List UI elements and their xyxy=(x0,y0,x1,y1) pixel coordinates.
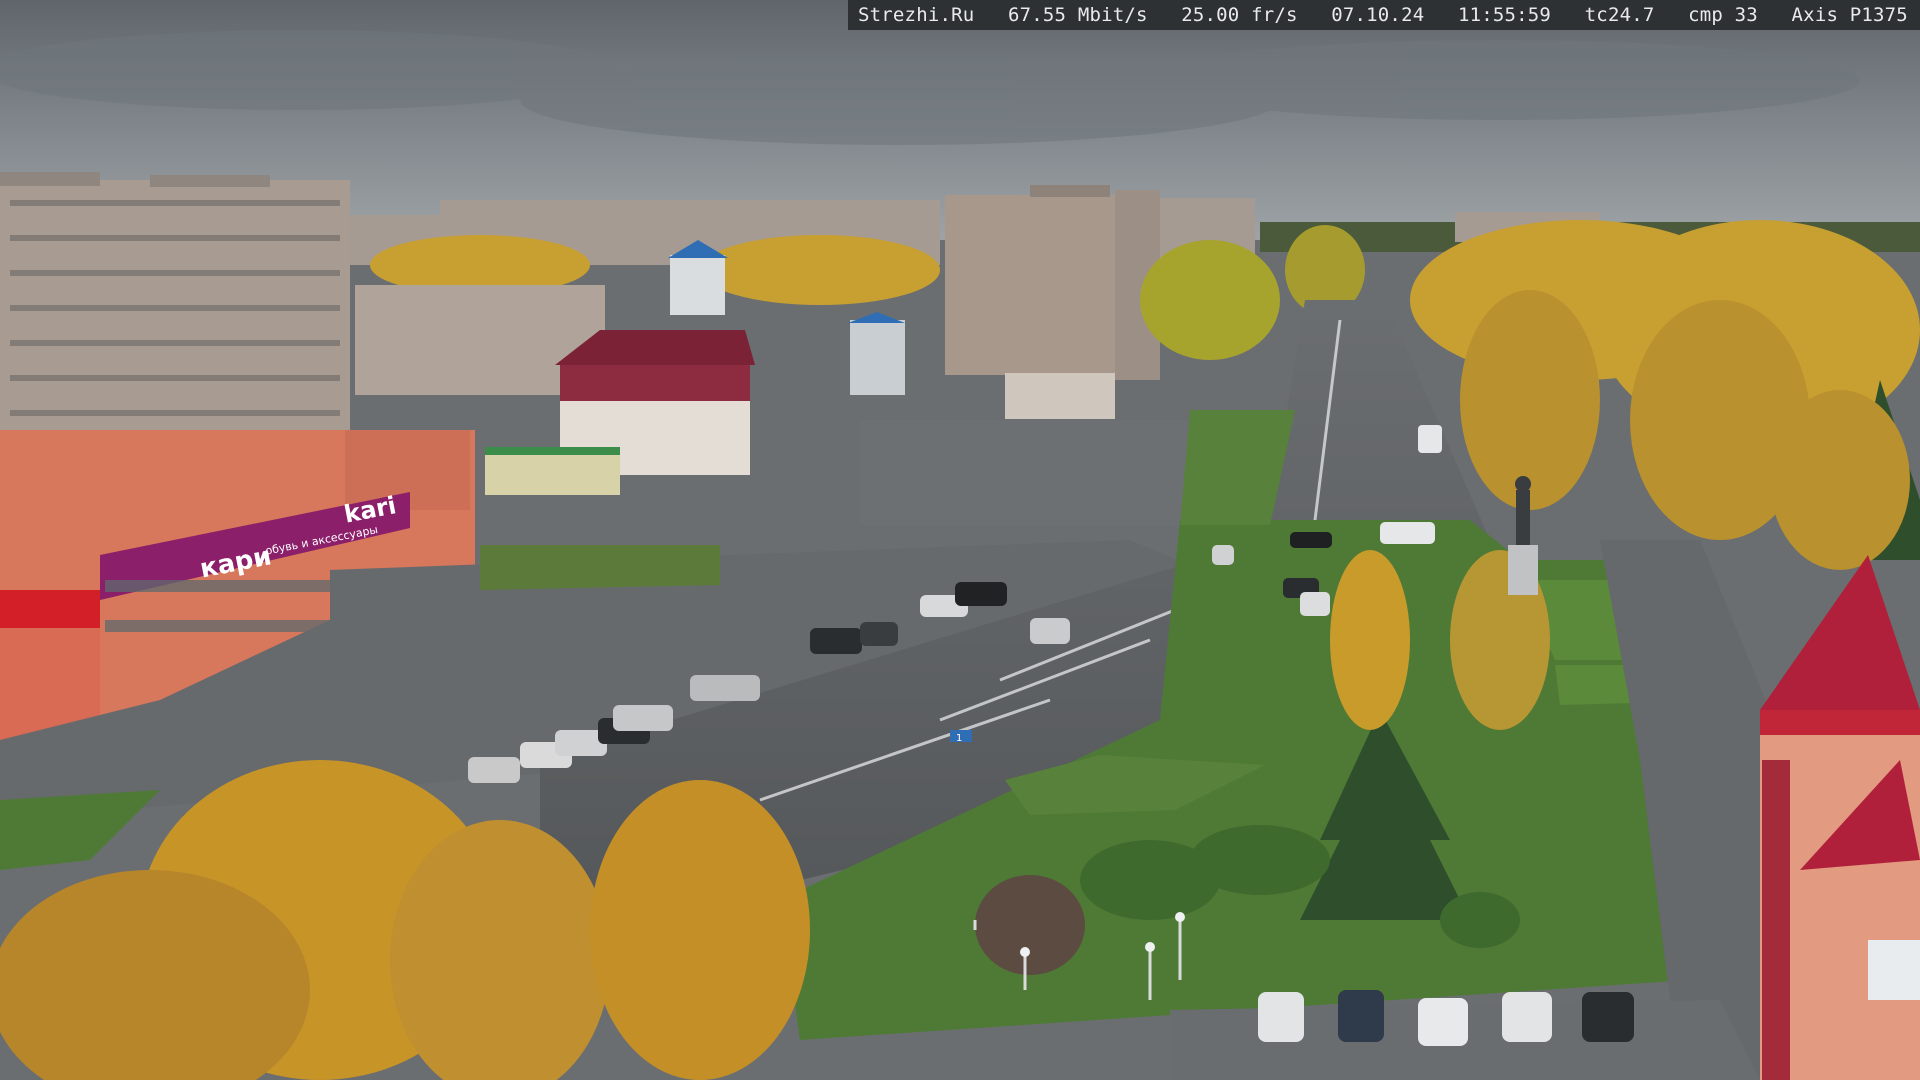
small-blue-building xyxy=(850,320,905,395)
osd-framerate: 25.00 fr/s xyxy=(1181,4,1298,26)
osd-site: Strezhi.Ru xyxy=(858,4,975,26)
red-roof-building xyxy=(1760,555,1920,1080)
single-storey-building xyxy=(1005,373,1115,419)
camera-overlay-bar: Strezhi.Ru 67.55 Mbit/s 25.00 fr/s 07.10… xyxy=(848,0,1920,30)
street-scene: kari кари обувь и аксессуары 1 xyxy=(0,0,1920,1080)
osd-tc: tc24.7 xyxy=(1584,4,1655,26)
osd-camera-model: Axis P1375 xyxy=(1791,4,1908,26)
blue-tower xyxy=(670,255,725,315)
birch-tree xyxy=(1330,550,1410,730)
central-highrise xyxy=(945,185,1160,380)
osd-date: 07.10.24 xyxy=(1331,4,1425,26)
osd-time: 11:55:59 xyxy=(1457,4,1552,26)
osd-cmp: cmp 33 xyxy=(1688,4,1758,26)
lawn-under-kari xyxy=(480,545,720,590)
plaza xyxy=(860,420,1210,525)
osd-bitrate: 67.55 Mbit/s xyxy=(1007,4,1148,26)
road-sign-number: 1 xyxy=(956,733,962,744)
left-lawn xyxy=(0,790,160,870)
